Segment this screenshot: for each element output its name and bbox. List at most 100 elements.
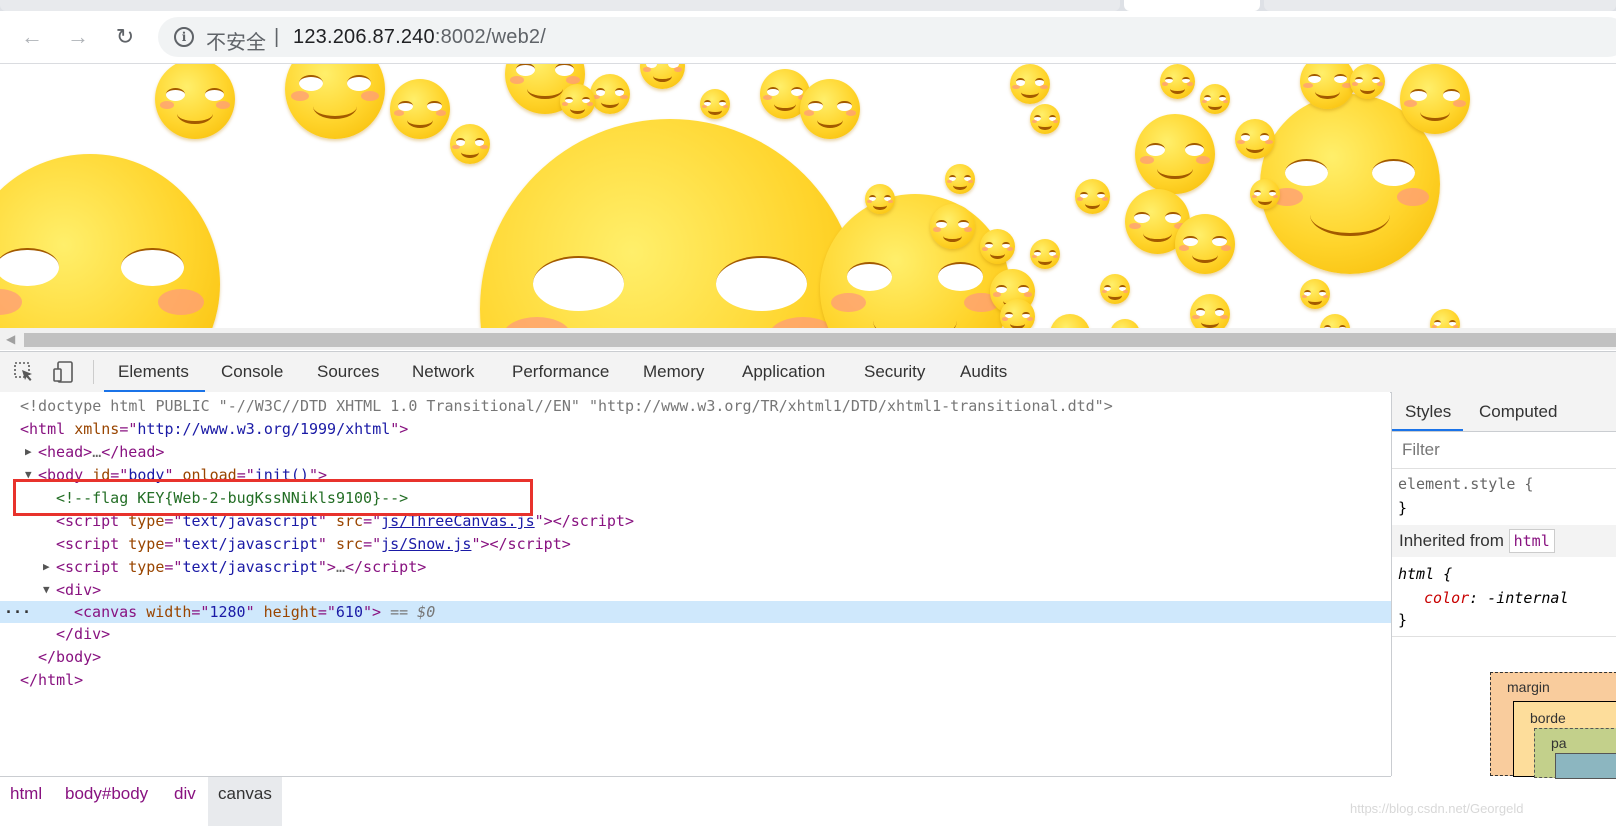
- tab-memory[interactable]: Memory: [641, 352, 706, 392]
- emoji-eye: [715, 255, 807, 311]
- emoji-mouth: [1143, 225, 1172, 243]
- script-snow-line[interactable]: <script type="text/javascript" src="js/S…: [0, 533, 1446, 555]
- tab-performance[interactable]: Performance: [510, 352, 611, 392]
- expand-triangle-icon[interactable]: ▶: [43, 556, 50, 578]
- divider: [1392, 468, 1616, 469]
- horizontal-scrollbar[interactable]: ◀: [0, 328, 1616, 350]
- emoji-mouth: [989, 248, 1006, 259]
- inspect-element-icon[interactable]: [13, 361, 35, 383]
- color-declaration[interactable]: color: -internal: [1424, 589, 1569, 607]
- emoji-mouth: [1108, 291, 1122, 301]
- reload-icon[interactable]: ↻: [111, 23, 139, 51]
- body-close-line[interactable]: </body>: [0, 646, 1428, 668]
- tab-computed[interactable]: Computed: [1479, 392, 1557, 431]
- emoji-cheek: [1122, 289, 1129, 293]
- emoji-face: [285, 64, 385, 139]
- tab-application[interactable]: Application: [740, 352, 827, 392]
- address-bar[interactable]: i 不安全 | 123.206.87.240:8002/web2/: [158, 17, 1616, 57]
- forward-icon[interactable]: →: [64, 23, 92, 51]
- breadcrumb-div[interactable]: div: [164, 777, 206, 826]
- emoji-mouth: [1246, 141, 1264, 153]
- scroll-left-icon[interactable]: ◀: [6, 332, 15, 346]
- emoji-eye: [1443, 89, 1461, 101]
- breadcrumb: html body#body div canvas: [0, 776, 1391, 826]
- info-icon[interactable]: i: [174, 27, 194, 47]
- emoji-eye: [1371, 158, 1415, 186]
- script-src-link[interactable]: js/Snow.js: [381, 535, 471, 553]
- side-tab-bar: Styles Computed: [1391, 392, 1616, 432]
- emoji-face: [390, 79, 450, 139]
- script-inline-line[interactable]: ▶ <script type="text/javascript">…</scrip…: [0, 556, 1446, 578]
- browser-tab-active[interactable]: [1124, 0, 1260, 11]
- emoji-cheek: [1040, 84, 1048, 89]
- box-model-border[interactable]: borde pa: [1513, 701, 1616, 779]
- elements-tree: <!doctype html PUBLIC "-//W3C//DTD XHTML…: [0, 392, 1464, 776]
- breadcrumb-body[interactable]: body#body: [55, 777, 158, 826]
- element-style-rule[interactable]: element.style {: [1398, 475, 1533, 493]
- collapse-triangle-icon[interactable]: ▼: [43, 579, 50, 601]
- emoji-mouth: [1308, 296, 1322, 306]
- expand-triangle-icon[interactable]: ▶: [25, 441, 32, 463]
- emoji-cheek: [452, 144, 460, 149]
- html-rule-selector[interactable]: html {: [1398, 565, 1452, 583]
- emoji-cheek: [1404, 100, 1417, 108]
- emoji-cheek: [642, 67, 651, 72]
- div-open-line[interactable]: ▼ <div>: [0, 579, 1446, 601]
- doctype-line[interactable]: <!doctype html PUBLIC "-//W3C//DTD XHTML…: [0, 395, 1410, 417]
- tab-network[interactable]: Network: [410, 352, 476, 392]
- tab-console[interactable]: Console: [219, 352, 285, 392]
- breadcrumb-html[interactable]: html: [0, 777, 52, 826]
- emoji-cheek: [1101, 289, 1108, 293]
- scrollbar-thumb[interactable]: [24, 333, 1616, 347]
- box-model-content[interactable]: [1555, 753, 1616, 779]
- inherited-tag-link[interactable]: html: [1508, 529, 1555, 553]
- emoji-cheek: [435, 110, 447, 117]
- box-model-padding[interactable]: pa: [1534, 728, 1616, 779]
- emoji-cheek: [1024, 292, 1033, 297]
- tab-sources[interactable]: Sources: [315, 352, 381, 392]
- tab-styles[interactable]: Styles: [1391, 392, 1464, 431]
- emoji-cheek: [992, 292, 1001, 297]
- emoji-face: [1250, 179, 1280, 209]
- emoji-eye: [121, 247, 184, 286]
- emoji-face: [1075, 179, 1110, 214]
- emoji-eye: [347, 75, 371, 91]
- toolbar-divider: [93, 360, 94, 384]
- emoji-cheek: [1376, 82, 1383, 86]
- margin-label: margin: [1507, 679, 1550, 695]
- emoji-cheek: [831, 292, 866, 312]
- back-icon[interactable]: ←: [18, 23, 46, 51]
- page-canvas[interactable]: [0, 64, 1616, 328]
- browser-tab[interactable]: [1264, 0, 1616, 11]
- breadcrumb-canvas[interactable]: canvas: [208, 777, 282, 826]
- url-text[interactable]: 123.206.87.240:8002/web2/: [293, 26, 546, 49]
- emoji-mouth: [1038, 256, 1052, 266]
- emoji-cheek: [620, 94, 628, 99]
- device-toolbar-icon[interactable]: [52, 361, 74, 383]
- tab-security[interactable]: Security: [862, 352, 927, 392]
- security-label[interactable]: 不安全: [206, 26, 266, 55]
- emoji-cheek: [946, 179, 953, 183]
- emoji-cheek: [1026, 317, 1033, 321]
- tab-elements[interactable]: Elements: [104, 352, 205, 392]
- emoji-cheek: [562, 102, 569, 106]
- head-line[interactable]: ▶ <head>…</head>: [0, 441, 1428, 463]
- tab-audits[interactable]: Audits: [958, 352, 1009, 392]
- more-options-icon[interactable]: ···: [4, 601, 31, 623]
- box-model-margin[interactable]: margin borde pa: [1490, 672, 1616, 779]
- emoji-cheek: [1396, 187, 1430, 206]
- emoji-mouth: [461, 146, 479, 158]
- styles-filter-input[interactable]: Filter: [1397, 437, 1616, 463]
- emoji-cheek: [509, 75, 525, 84]
- html-open-line[interactable]: <html xmlns="http://www.w3.org/1999/xhtm…: [0, 418, 1410, 440]
- emoji-face: [1200, 84, 1230, 114]
- emoji-eye: [1184, 142, 1204, 156]
- emoji-cheek: [586, 102, 593, 106]
- div-close-line[interactable]: </div>: [0, 623, 1446, 645]
- browser-tab[interactable]: [0, 0, 1120, 11]
- emoji-cheek: [480, 144, 488, 149]
- canvas-line-selected[interactable]: ··· <canvas width="1280" height="610"> ==…: [0, 601, 1464, 623]
- emoji-mouth: [569, 103, 586, 114]
- html-close-line[interactable]: </html>: [0, 669, 1410, 691]
- emoji-mouth: [873, 201, 887, 211]
